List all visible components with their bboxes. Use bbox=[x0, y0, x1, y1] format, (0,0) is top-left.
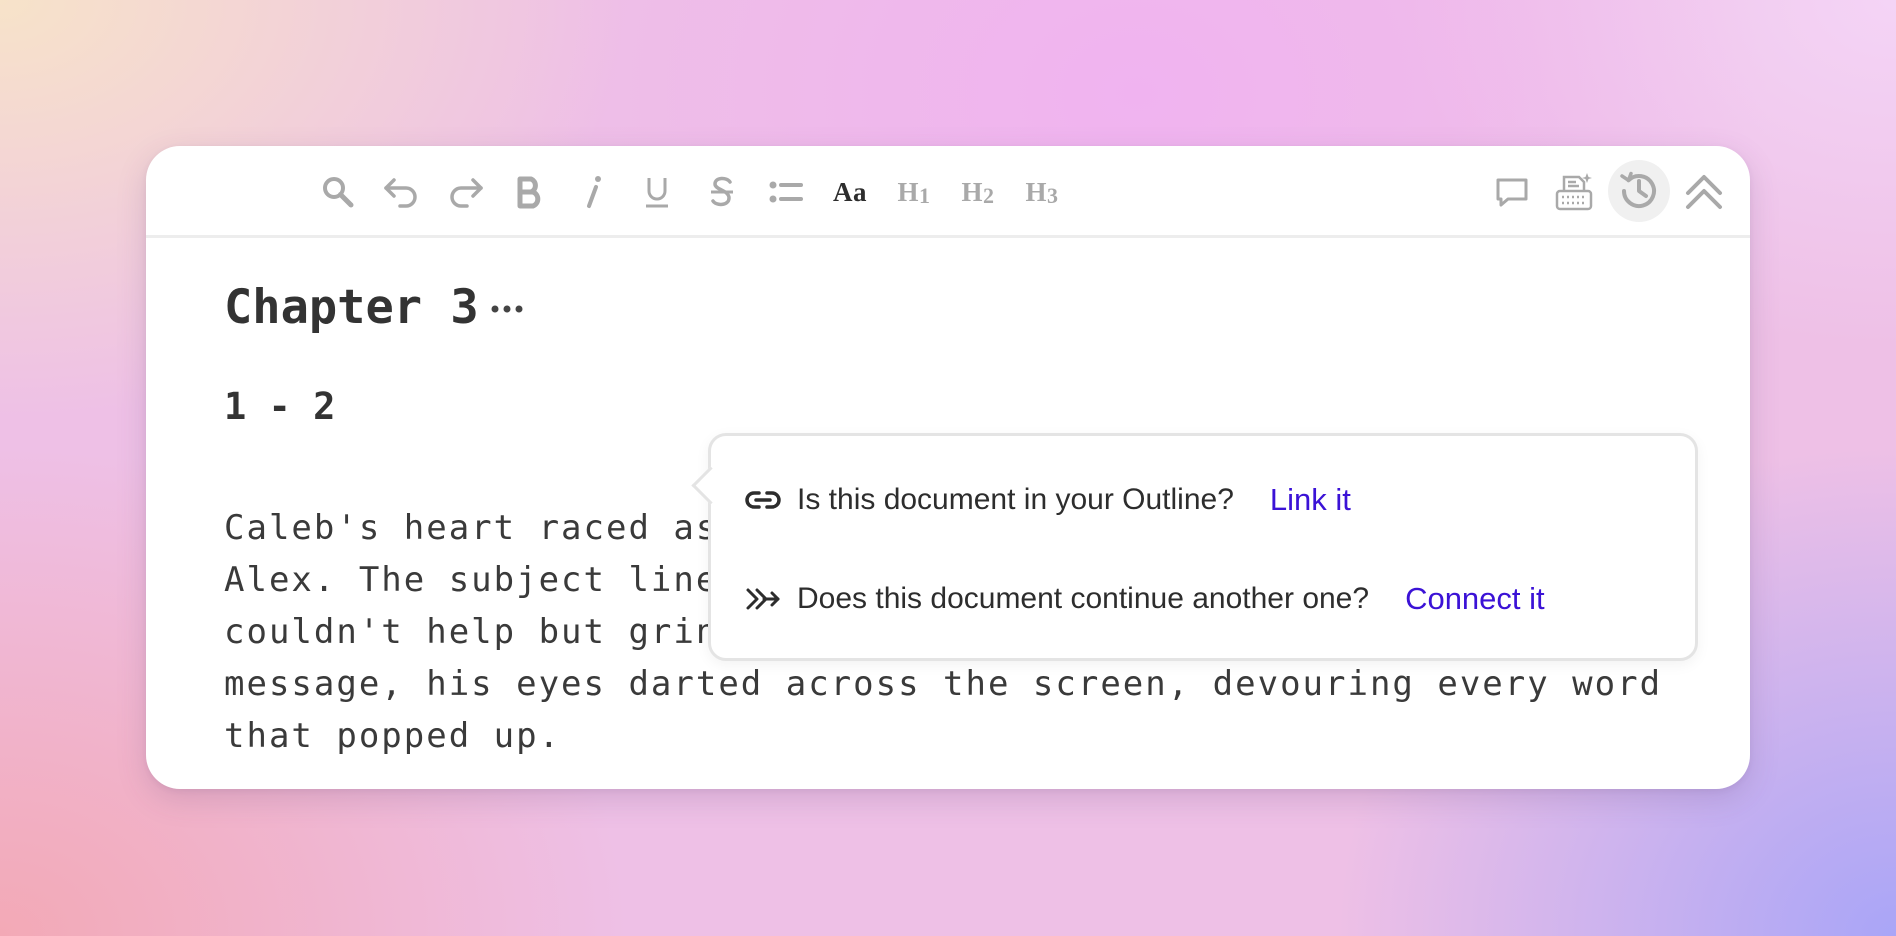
strikethrough-icon[interactable] bbox=[698, 168, 746, 216]
connect-it-button[interactable]: Connect it bbox=[1405, 581, 1545, 617]
bold-icon[interactable] bbox=[506, 168, 554, 216]
font-style-label: Aa bbox=[833, 176, 867, 207]
search-icon[interactable] bbox=[314, 168, 362, 216]
outline-link-row: Is this document in your Outline? Link i… bbox=[743, 478, 1351, 522]
typewriter-icon[interactable] bbox=[1550, 168, 1598, 216]
history-icon[interactable] bbox=[1608, 160, 1670, 222]
heading-3-label: H3 bbox=[1025, 176, 1059, 208]
more-options-button[interactable] bbox=[486, 294, 528, 324]
heading-2-label: H2 bbox=[961, 176, 995, 208]
document-subheading[interactable]: 1 - 2 bbox=[224, 388, 335, 425]
link-it-button[interactable]: Link it bbox=[1270, 482, 1351, 518]
heading-3-button[interactable]: H3 bbox=[1018, 168, 1066, 216]
link-icon bbox=[743, 480, 783, 520]
double-arrow-right-icon bbox=[743, 579, 783, 619]
italic-icon[interactable] bbox=[569, 168, 617, 216]
continue-prompt: Does this document continue another one? bbox=[797, 582, 1370, 615]
continue-document-row: Does this document continue another one?… bbox=[743, 577, 1545, 621]
editor-window: Aa H1 H2 H3 Chapter 3 1 - 2 Caleb's hear… bbox=[146, 146, 1750, 789]
outline-prompt: Is this document in your Outline? bbox=[797, 483, 1234, 516]
heading-1-label: H1 bbox=[897, 176, 931, 208]
heading-2-button[interactable]: H2 bbox=[954, 168, 1002, 216]
undo-icon[interactable] bbox=[377, 168, 425, 216]
underline-icon[interactable] bbox=[633, 168, 681, 216]
font-style-button[interactable]: Aa bbox=[826, 168, 874, 216]
document-options-popover: Is this document in your Outline? Link i… bbox=[691, 433, 1698, 661]
collapse-icon[interactable] bbox=[1680, 168, 1728, 216]
bullet-list-icon[interactable] bbox=[762, 168, 810, 216]
ellipsis-icon bbox=[491, 305, 523, 313]
heading-1-button[interactable]: H1 bbox=[890, 168, 938, 216]
document-title[interactable]: Chapter 3 bbox=[224, 284, 479, 331]
redo-icon[interactable] bbox=[442, 168, 490, 216]
comment-icon[interactable] bbox=[1488, 168, 1536, 216]
formatting-toolbar: Aa H1 H2 H3 bbox=[146, 146, 1750, 238]
